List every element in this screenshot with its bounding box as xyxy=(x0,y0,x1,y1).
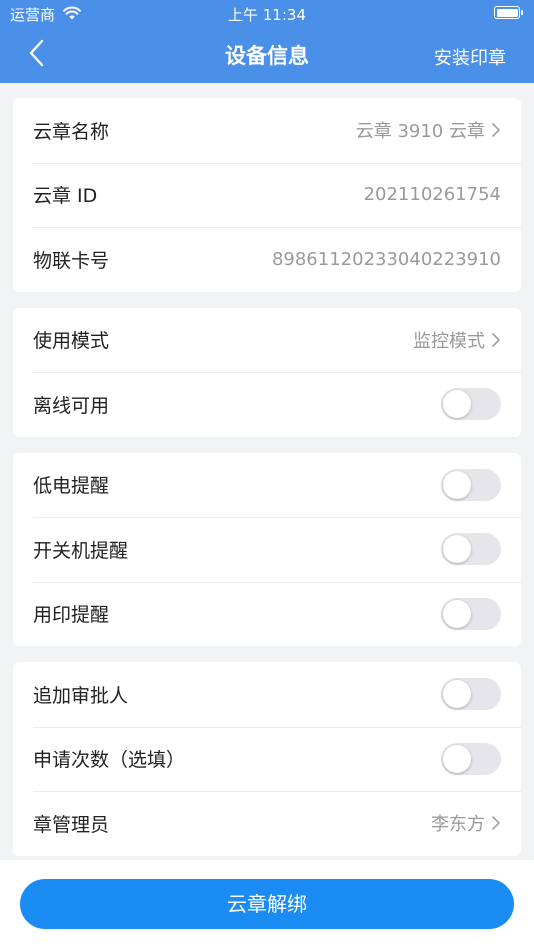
apply-count-toggle[interactable] xyxy=(441,742,501,775)
power-reminder-toggle[interactable] xyxy=(441,533,501,566)
unbind-seal-button[interactable]: 云章解绑 xyxy=(20,879,514,929)
row-value: 云章 3910 云章 xyxy=(355,121,485,143)
low-battery-toggle[interactable] xyxy=(441,468,501,501)
toggle-knob xyxy=(443,390,471,419)
row-value: 202110261754 xyxy=(363,184,501,206)
reminder-card: 低电提醒 开关机提醒 用印提醒 xyxy=(13,452,521,647)
low-battery-row: 低电提醒 xyxy=(13,453,521,518)
row-label: 物联卡号 xyxy=(33,249,110,272)
row-label: 申请次数（选填） xyxy=(33,749,186,772)
seal-admin-row[interactable]: 章管理员 李东方 xyxy=(13,791,521,856)
row-label: 离线可用 xyxy=(33,394,110,417)
toggle-knob xyxy=(443,470,471,499)
chevron-right-icon xyxy=(492,123,500,138)
settings-list: 云章名称 云章 3910 云章 云章 ID 202110261754 物联卡号 … xyxy=(13,98,521,872)
usage-mode-row[interactable]: 使用模式 监控模式 xyxy=(13,308,521,373)
offline-available-toggle[interactable] xyxy=(441,388,501,421)
row-label: 使用模式 xyxy=(33,330,110,353)
row-label: 云章名称 xyxy=(33,120,110,143)
add-approver-row: 追加审批人 xyxy=(13,662,521,727)
install-seal-button[interactable]: 安装印章 xyxy=(434,44,506,70)
row-label: 用印提醒 xyxy=(33,604,110,627)
stamp-reminder-row: 用印提醒 xyxy=(13,581,521,647)
footer-bar: 云章解绑 xyxy=(0,860,534,950)
battery-icon xyxy=(494,6,523,19)
row-value: 李东方 xyxy=(431,814,485,836)
toggle-knob xyxy=(443,599,471,628)
mode-card: 使用模式 监控模式 离线可用 xyxy=(13,307,521,437)
row-label: 低电提醒 xyxy=(33,475,110,498)
offline-available-row: 离线可用 xyxy=(13,372,521,437)
toggle-knob xyxy=(443,744,471,773)
row-label: 追加审批人 xyxy=(33,684,129,707)
basic-info-card: 云章名称 云章 3910 云章 云章 ID 202110261754 物联卡号 … xyxy=(13,98,521,292)
seal-id-row: 云章 ID 202110261754 xyxy=(13,162,521,228)
chevron-right-icon xyxy=(492,332,500,347)
approval-card: 追加审批人 申请次数（选填） 章管理员 李东方 xyxy=(13,662,521,856)
chevron-right-icon xyxy=(492,816,500,831)
status-time: 上午 11:34 xyxy=(228,6,306,24)
power-reminder-row: 开关机提醒 xyxy=(13,517,521,582)
add-approver-toggle[interactable] xyxy=(441,678,501,711)
row-value: 监控模式 xyxy=(413,330,485,352)
toggle-knob xyxy=(443,535,471,564)
row-label: 章管理员 xyxy=(33,813,110,836)
toggle-knob xyxy=(443,680,471,709)
row-label: 云章 ID xyxy=(33,185,98,208)
nav-header: 运营商 上午 11:34 设备信息 安装印章 xyxy=(0,0,534,83)
status-bar: 运营商 上午 11:34 xyxy=(0,0,534,28)
apply-count-row: 申请次数（选填） xyxy=(13,726,521,792)
row-label: 开关机提醒 xyxy=(33,539,129,562)
iot-card-row: 物联卡号 89861120233040223910 xyxy=(13,227,521,292)
seal-name-row[interactable]: 云章名称 云章 3910 云章 xyxy=(13,98,521,163)
stamp-reminder-toggle[interactable] xyxy=(441,597,501,630)
row-value: 89861120233040223910 xyxy=(271,248,501,270)
